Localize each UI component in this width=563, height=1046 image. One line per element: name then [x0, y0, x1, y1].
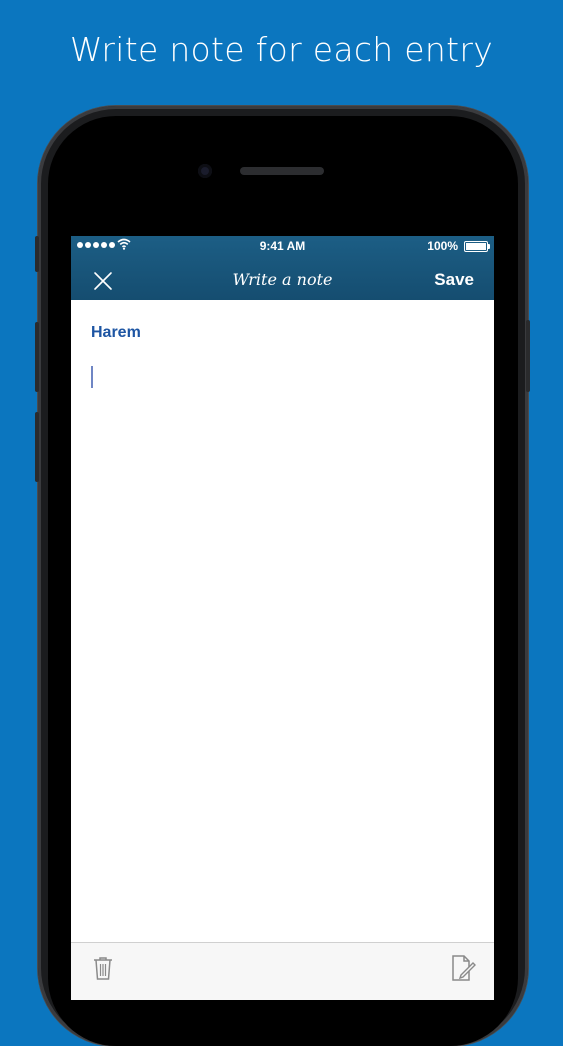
battery-percent: 100% — [427, 239, 458, 253]
save-button[interactable]: Save — [434, 270, 474, 290]
entry-title: Harem — [91, 324, 141, 341]
note-input[interactable] — [91, 364, 471, 924]
volume-up-button — [35, 322, 39, 392]
headline: Write note for each entry — [69, 30, 494, 69]
front-camera — [198, 164, 212, 178]
power-button — [526, 320, 530, 392]
app-screen: 9:41 AM 100% Write a note Save Harem — [71, 236, 494, 1000]
earpiece-speaker — [240, 167, 324, 175]
mute-switch — [35, 236, 39, 272]
battery-icon — [464, 241, 490, 252]
nav-bar: 9:41 AM 100% Write a note Save — [71, 236, 494, 300]
nav-title: Write a note — [232, 270, 333, 289]
trash-icon[interactable] — [91, 955, 115, 981]
compose-icon[interactable] — [450, 954, 476, 982]
volume-down-button — [35, 412, 39, 482]
status-bar: 9:41 AM 100% — [71, 236, 494, 256]
battery-fill — [466, 243, 486, 250]
bottom-toolbar — [71, 942, 494, 1000]
